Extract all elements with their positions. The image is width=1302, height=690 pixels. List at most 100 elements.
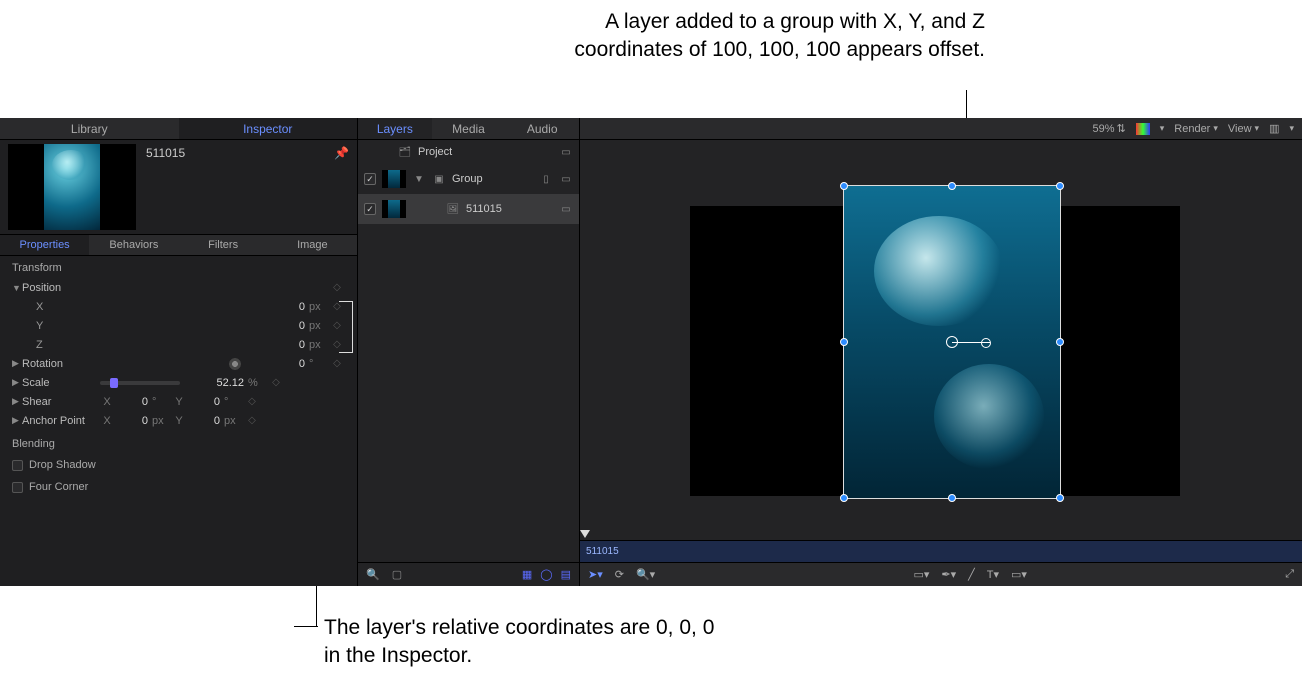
layer-row-project[interactable]: 🗂 Project ▭ [358,140,579,164]
disclosure-triangle-icon[interactable]: ▶ [12,377,22,388]
property-scale[interactable]: ▶ Scale 52.12 % ◇ [6,373,351,392]
chevron-down-icon[interactable]: ▾ [1289,123,1294,134]
position-y-value[interactable]: 0 [247,320,307,332]
property-shear[interactable]: ▶ Shear X 0 ° Y 0 ° ◇ [6,392,351,411]
checkbox[interactable] [12,482,23,493]
chevron-down-icon[interactable]: ▾ [1160,123,1165,134]
layer-options-icon[interactable]: ▭ [559,147,573,158]
visibility-checkbox[interactable]: ✓ [364,173,376,185]
search-view-icon[interactable]: 🔍▾ [636,568,655,581]
anchor-y-value[interactable]: 0 [186,415,222,427]
disclosure-triangle-icon[interactable]: ▼ [12,283,22,293]
expand-icon[interactable]: ⤢ [1285,568,1294,581]
view-menu[interactable]: View ▾ [1228,123,1259,135]
3d-icon[interactable]: ◯ [540,568,552,581]
resize-handle[interactable] [948,494,956,502]
shear-x-value[interactable]: 0 [114,396,150,408]
layer-options-icon[interactable]: ▭ [559,174,573,185]
chevron-down-icon: ▾ [1255,123,1260,134]
rotation-dial[interactable] [229,358,241,370]
line-tool-icon[interactable]: ╱ [968,568,975,581]
keyframe-icon[interactable]: ◇ [329,282,345,293]
new-group-icon[interactable]: ▤ [561,568,571,581]
property-position-y[interactable]: Y 0 px ◇ [6,316,351,335]
layers-panel: Layers Media Audio 🗂 Project ▭ ✓ ▼ ▣ Gro… [358,118,580,586]
group-icon: ▣ [432,174,446,185]
rectangle-tool-icon[interactable]: ▭▾ [913,568,929,581]
keyframe-icon[interactable]: ◇ [329,358,345,369]
property-position[interactable]: ▼ Position ◇ [6,278,351,297]
preview-title: 511015 [146,144,185,230]
checkbox[interactable] [12,460,23,471]
layers-panel-tabs: Layers Media Audio [358,118,579,140]
layer-row-group[interactable]: ✓ ▼ ▣ Group ▯ ▭ [358,164,579,194]
keyframe-icon[interactable]: ◇ [244,415,260,426]
tab-layers[interactable]: Layers [358,118,432,139]
tab-library[interactable]: Library [0,118,179,139]
anchor-x-value[interactable]: 0 [114,415,150,427]
position-z-value[interactable]: 0 [247,339,307,351]
selected-layer[interactable] [844,186,1060,498]
resize-handle[interactable] [840,338,848,346]
layer-label[interactable]: 511015 [466,203,553,215]
tab-inspector[interactable]: Inspector [179,118,358,139]
disclosure-triangle-icon[interactable]: ▶ [12,396,22,407]
render-menu[interactable]: Render ▾ [1174,123,1218,135]
keyframe-icon[interactable]: ◇ [268,377,284,388]
pen-tool-icon[interactable]: ✒▾ [941,568,956,581]
resize-handle[interactable] [840,494,848,502]
preview-thumbnail[interactable] [8,144,136,230]
anchor-point-handle[interactable] [946,336,958,348]
select-tool-icon[interactable]: ➤▾ [588,568,603,581]
annotation-bottom: The layer's relative coordinates are 0, … [324,614,724,671]
callout-line [294,626,318,627]
rotation-value[interactable]: 0 [247,358,307,370]
disclosure-triangle-icon[interactable]: ▶ [12,415,22,426]
zoom-control[interactable]: 59% ⇅ [1092,122,1125,135]
color-channels-icon[interactable] [1136,123,1150,135]
property-anchor-point[interactable]: ▶ Anchor Point X 0 px Y 0 px ◇ [6,411,351,430]
3d-transform-tool-icon[interactable]: ⟳ [615,568,624,581]
chevron-down-icon: ▾ [1213,123,1218,134]
resize-handle[interactable] [1056,182,1064,190]
keyframe-icon[interactable]: ◇ [244,396,260,407]
layout-icon[interactable]: ▥ [1269,122,1279,135]
property-drop-shadow[interactable]: Drop Shadow [6,454,351,476]
canvas[interactable] [580,140,1302,540]
disclosure-triangle-icon[interactable]: ▶ [12,358,22,369]
tab-behaviors[interactable]: Behaviors [89,235,178,255]
tab-properties[interactable]: Properties [0,235,89,255]
tab-audio[interactable]: Audio [505,118,579,139]
frame-icon[interactable]: ▢ [392,568,402,581]
mask-icon[interactable]: ▦ [522,568,532,581]
tab-image[interactable]: Image [268,235,357,255]
pin-icon[interactable]: 📌 [334,146,349,160]
scale-slider[interactable] [100,381,180,385]
visibility-checkbox[interactable]: ✓ [364,203,376,215]
position-x-value[interactable]: 0 [247,301,307,313]
shear-y-value[interactable]: 0 [186,396,222,408]
position-label: Position [22,282,100,294]
disclosure-triangle-icon[interactable]: ▼ [412,174,426,185]
layer-row-511015[interactable]: ✓ 🖼 511015 ▭ [358,194,579,224]
tab-filters[interactable]: Filters [179,235,268,255]
scale-value[interactable]: 52.12 [186,377,246,389]
mask-tool-icon[interactable]: ▭▾ [1011,568,1027,581]
property-rotation[interactable]: ▶ Rotation 0 ° ◇ [6,354,351,373]
anchor-x-unit: px [150,415,172,427]
mini-timeline[interactable]: 511015 [580,540,1302,562]
lock-icon[interactable]: ▯ [539,174,553,185]
search-icon[interactable]: 🔍 [366,568,380,581]
resize-handle[interactable] [1056,338,1064,346]
resize-handle[interactable] [948,182,956,190]
layer-options-icon[interactable]: ▭ [559,204,573,215]
property-position-x[interactable]: X 0 px ◇ [6,297,351,316]
playhead-icon[interactable] [580,530,590,538]
group-label[interactable]: Group [452,173,533,185]
text-tool-icon[interactable]: T▾ [987,568,999,581]
property-position-z[interactable]: Z 0 px ◇ [6,335,351,354]
property-four-corner[interactable]: Four Corner [6,476,351,498]
tab-media[interactable]: Media [432,118,506,139]
resize-handle[interactable] [840,182,848,190]
resize-handle[interactable] [1056,494,1064,502]
